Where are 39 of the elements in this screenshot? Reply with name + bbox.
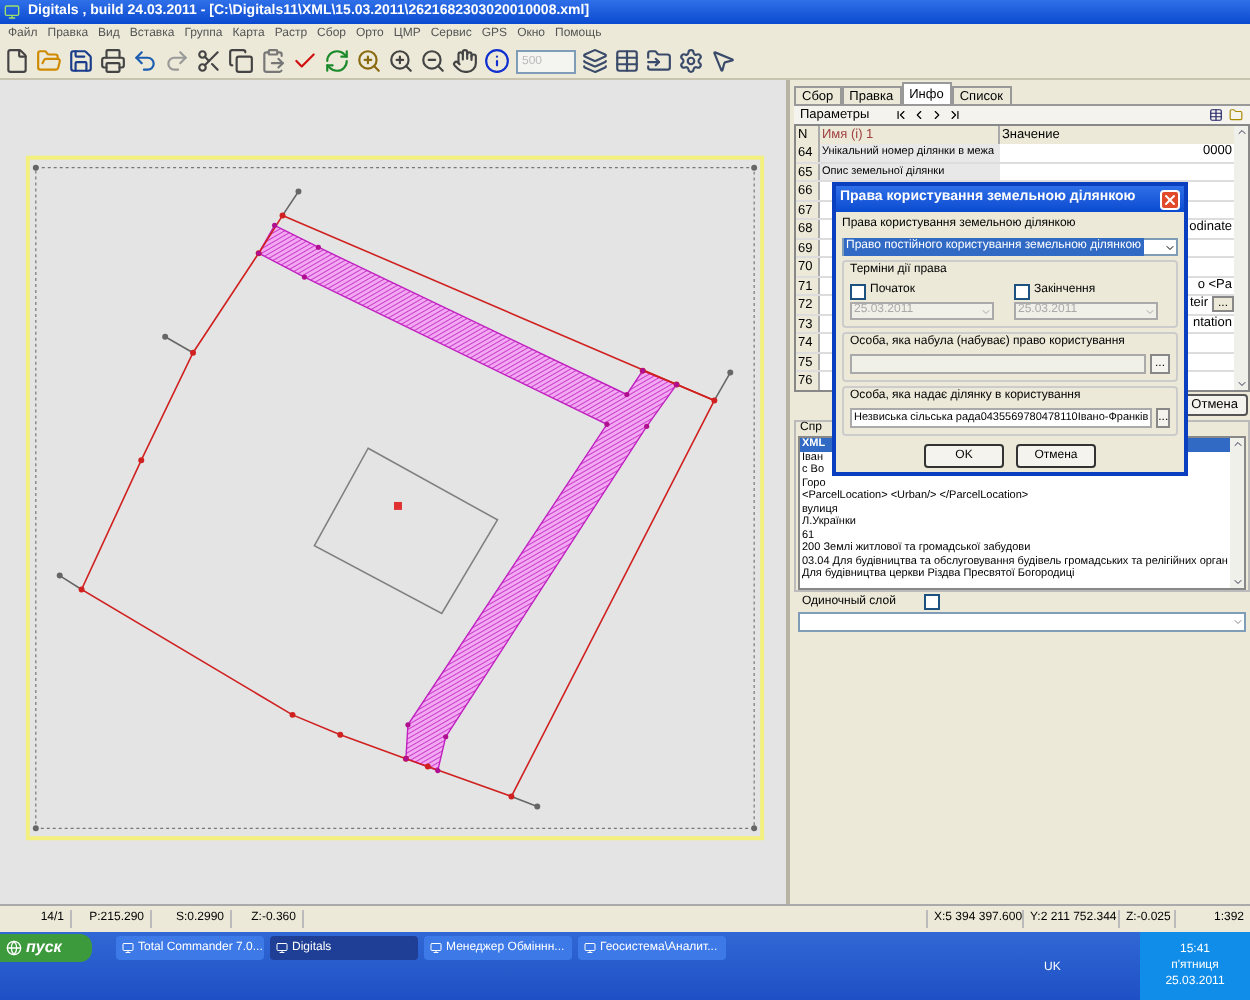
close-icon [1162, 191, 1178, 207]
scroll-down-icon[interactable] [1235, 378, 1247, 390]
scrollbar[interactable] [1230, 438, 1244, 588]
info-icon[interactable] [484, 48, 510, 74]
first-record-icon[interactable] [893, 108, 908, 122]
scroll-up-icon[interactable] [1235, 126, 1247, 138]
previous-record-icon[interactable] [911, 108, 926, 122]
app-icon [276, 942, 288, 954]
printer-icon[interactable] [100, 48, 126, 74]
table-icon[interactable] [614, 48, 640, 74]
scroll-up-icon[interactable] [1231, 438, 1243, 450]
checkbox[interactable] [923, 594, 940, 610]
folder-icon[interactable] [646, 48, 672, 74]
zoom-in-icon[interactable] [388, 48, 414, 74]
close-button[interactable] [1160, 189, 1180, 209]
app-icon [430, 942, 442, 954]
scrollbar[interactable] [1234, 126, 1248, 390]
zoom-window-icon[interactable] [356, 48, 382, 74]
layers-icon[interactable] [582, 48, 608, 74]
pointer-icon[interactable] [710, 48, 736, 74]
undo-icon[interactable] [132, 48, 158, 74]
app-icon [122, 942, 134, 954]
person-field[interactable] [850, 354, 1146, 374]
last-record-icon[interactable] [947, 108, 962, 122]
scissors-icon[interactable] [196, 48, 222, 74]
app-icon [584, 942, 596, 954]
paste-icon[interactable] [260, 48, 286, 74]
refresh-icon[interactable] [324, 48, 350, 74]
scroll-down-icon[interactable] [1231, 576, 1243, 588]
gear-icon[interactable] [678, 48, 704, 74]
copy-icon[interactable] [228, 48, 254, 74]
start-button[interactable]: пуск [0, 934, 92, 962]
zoom-out-icon[interactable] [420, 48, 446, 74]
grid-icon[interactable] [1208, 108, 1224, 122]
next-record-icon[interactable] [929, 108, 944, 122]
save-icon[interactable] [68, 48, 94, 74]
hand-icon[interactable] [452, 48, 478, 74]
new-file-icon[interactable] [4, 48, 30, 74]
app-icon [4, 4, 20, 20]
